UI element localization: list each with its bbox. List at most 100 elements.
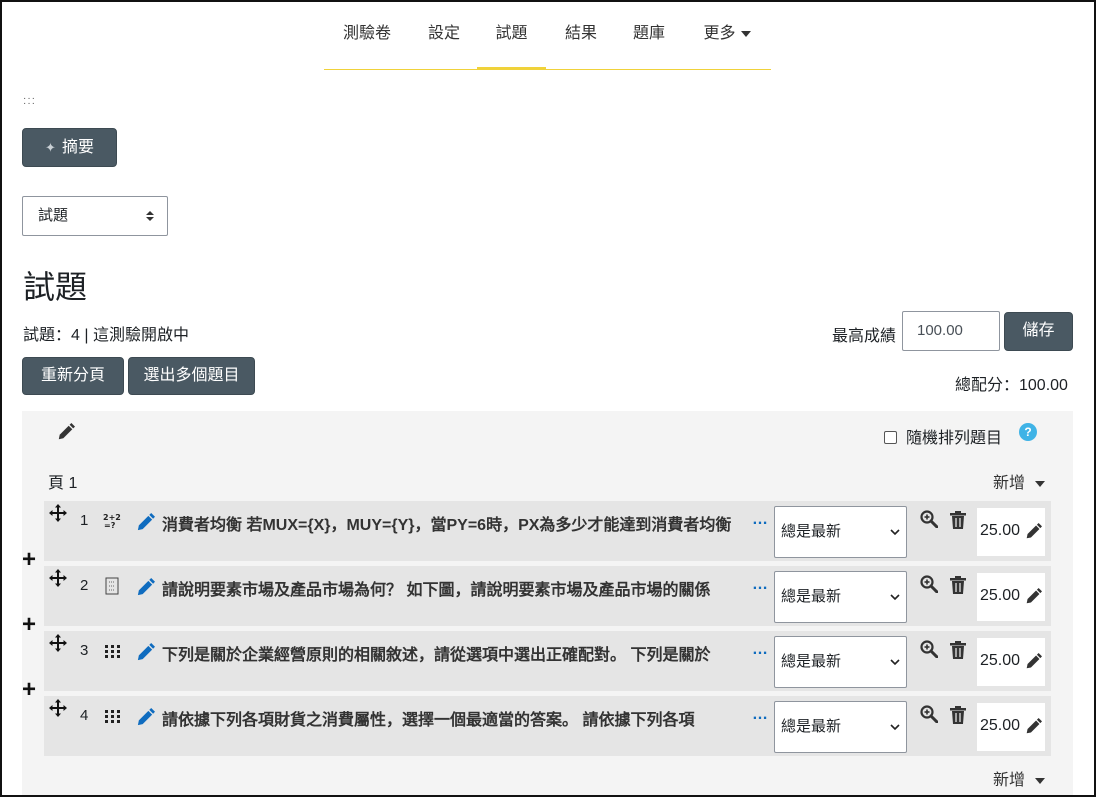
help-icon[interactable]: ? bbox=[1019, 423, 1037, 441]
quiz-status-info: 試題：4 | 這測驗開啟中 bbox=[23, 327, 189, 344]
chevron-down-icon bbox=[890, 659, 900, 666]
tab-more[interactable]: 更多 bbox=[700, 0, 754, 70]
max-mark-box: 25.00 bbox=[977, 573, 1045, 621]
version-select[interactable]: 總是最新 bbox=[774, 506, 907, 558]
question-number: 3 bbox=[80, 642, 89, 659]
total-marks: 總配分：100.00 bbox=[955, 377, 1068, 394]
edit-question-pencil-icon[interactable] bbox=[136, 578, 155, 597]
preview-zoom-icon[interactable] bbox=[920, 575, 938, 593]
trash-icon[interactable] bbox=[950, 706, 966, 724]
caret-down-icon bbox=[1035, 480, 1046, 487]
question-text-more: … bbox=[750, 706, 768, 724]
max-mark-value: 25.00 bbox=[980, 587, 1021, 604]
tab-results[interactable]: 結果 bbox=[563, 0, 599, 70]
select-multiple-button[interactable]: 選出多個題目 bbox=[128, 357, 255, 395]
max-grade-label: 最高成績 bbox=[832, 328, 897, 345]
preview-zoom-icon[interactable] bbox=[920, 705, 938, 723]
move-icon[interactable] bbox=[49, 699, 67, 717]
edit-question-pencil-icon[interactable] bbox=[136, 513, 155, 532]
calculated-question-icon: 2+2=? bbox=[103, 513, 121, 530]
question-number: 4 bbox=[80, 707, 89, 724]
move-icon[interactable] bbox=[49, 569, 67, 587]
question-slot: 3 下列是關於企業經營原則的相關敘述，請從選項中選出正確配對。 下列是關於 … … bbox=[44, 631, 1051, 691]
add-menu-top[interactable]: 新增 bbox=[993, 469, 1046, 493]
move-icon[interactable] bbox=[49, 504, 67, 522]
max-mark-value: 25.00 bbox=[980, 522, 1021, 539]
edit-mark-pencil-icon[interactable] bbox=[1025, 588, 1042, 605]
max-mark-value: 25.00 bbox=[980, 652, 1021, 669]
max-mark-value: 25.00 bbox=[980, 717, 1021, 734]
caret-down-icon bbox=[740, 30, 751, 37]
save-button[interactable]: 儲存 bbox=[1004, 312, 1073, 351]
question-text-more: … bbox=[750, 576, 768, 594]
question-number: 2 bbox=[80, 577, 89, 594]
drag-dots-icon: ··· ··· bbox=[23, 93, 36, 109]
repaginate-button[interactable]: 重新分頁 bbox=[22, 357, 124, 395]
trash-icon[interactable] bbox=[950, 641, 966, 659]
view-select-value: 試題 bbox=[38, 207, 69, 224]
question-slot: 4 請依據下列各項財貨之消費屬性，選擇一個最適當的答案。 請依據下列各項 … 總… bbox=[44, 696, 1051, 756]
trash-icon[interactable] bbox=[950, 511, 966, 529]
version-select[interactable]: 總是最新 bbox=[774, 636, 907, 688]
edit-mark-pencil-icon[interactable] bbox=[1025, 523, 1042, 540]
tab-questions[interactable]: 試題 bbox=[477, 0, 546, 70]
question-text-more: … bbox=[750, 511, 768, 529]
svg-text:=?: =? bbox=[104, 521, 116, 530]
question-text: 消費者均衡 若MUX={X}，MUY={Y}，當PY=6時，PX為多少才能達到消… bbox=[162, 517, 732, 534]
trash-icon[interactable] bbox=[950, 576, 966, 594]
move-icon[interactable] bbox=[49, 634, 67, 652]
add-between-plus-icon[interactable]: + bbox=[22, 613, 36, 637]
matching-question-icon bbox=[105, 645, 120, 658]
tab-question-bank[interactable]: 題庫 bbox=[631, 0, 667, 70]
page-title: 試題 bbox=[23, 269, 88, 305]
question-text-more: … bbox=[750, 641, 768, 659]
max-mark-box: 25.00 bbox=[977, 638, 1045, 686]
page-label: 頁 1 bbox=[48, 475, 78, 492]
add-label: 新增 bbox=[993, 772, 1026, 789]
question-slot: 2 請說明要素市場及產品市場為何？ 如下圖，請說明要素市場及產品市場的關係 … … bbox=[44, 566, 1051, 626]
edit-mark-pencil-icon[interactable] bbox=[1025, 653, 1042, 670]
question-number: 1 bbox=[80, 512, 89, 529]
version-select[interactable]: 總是最新 bbox=[774, 701, 907, 753]
summary-button[interactable]: ✦ 摘要 bbox=[22, 128, 117, 167]
add-label: 新增 bbox=[993, 475, 1026, 492]
chevron-down-icon bbox=[890, 594, 900, 601]
version-select[interactable]: 總是最新 bbox=[774, 571, 907, 623]
caret-down-icon bbox=[1035, 777, 1046, 784]
version-select-value: 總是最新 bbox=[781, 653, 842, 670]
edit-section-pencil-icon[interactable] bbox=[57, 423, 75, 441]
tab-settings[interactable]: 設定 bbox=[426, 0, 462, 70]
version-select-value: 總是最新 bbox=[781, 718, 842, 735]
version-select-value: 總是最新 bbox=[781, 588, 842, 605]
preview-zoom-icon[interactable] bbox=[920, 640, 938, 658]
chevron-down-icon bbox=[890, 529, 900, 536]
question-slot: 1 2+2 =? 消費者均衡 若MUX={X}，MUY={Y}，當PY=6時，PX… bbox=[44, 501, 1051, 561]
max-mark-box: 25.00 bbox=[977, 508, 1045, 556]
checkbox-box[interactable] bbox=[884, 431, 897, 444]
view-select[interactable]: 試題 bbox=[22, 196, 168, 236]
shuffle-label: 隨機排列題目 bbox=[906, 430, 1003, 447]
add-between-plus-icon[interactable]: + bbox=[22, 678, 36, 702]
edit-question-pencil-icon[interactable] bbox=[136, 643, 155, 662]
essay-question-icon bbox=[105, 577, 119, 595]
question-text: 下列是關於企業經營原則的相關敘述，請從選項中選出正確配對。 下列是關於 bbox=[162, 647, 711, 664]
edit-mark-pencil-icon[interactable] bbox=[1025, 718, 1042, 735]
shuffle-checkbox[interactable]: 隨機排列題目 bbox=[884, 424, 1002, 448]
summary-button-label: 摘要 bbox=[61, 139, 94, 156]
version-select-value: 總是最新 bbox=[781, 523, 842, 540]
sort-arrows-icon bbox=[146, 211, 154, 221]
add-menu-bottom[interactable]: 新增 bbox=[993, 766, 1046, 790]
edit-question-pencil-icon[interactable] bbox=[136, 708, 155, 727]
max-grade-input[interactable]: 100.00 bbox=[902, 311, 1000, 351]
secondary-navigation: 測驗卷 設定 試題 結果 題庫 更多 bbox=[324, 0, 771, 70]
tab-more-label: 更多 bbox=[703, 25, 736, 42]
max-mark-box: 25.00 bbox=[977, 703, 1045, 751]
question-text: 請依據下列各項財貨之消費屬性，選擇一個最適當的答案。 請依據下列各項 bbox=[162, 712, 695, 729]
preview-zoom-icon[interactable] bbox=[920, 510, 938, 528]
matching-question-icon bbox=[105, 710, 120, 723]
sparkle-icon: ✦ bbox=[45, 140, 56, 155]
question-text: 請說明要素市場及產品市場為何？ 如下圖，請說明要素市場及產品市場的關係 bbox=[162, 582, 711, 599]
tab-quiz[interactable]: 測驗卷 bbox=[342, 0, 392, 70]
add-between-plus-icon[interactable]: + bbox=[22, 548, 36, 572]
chevron-down-icon bbox=[890, 724, 900, 731]
